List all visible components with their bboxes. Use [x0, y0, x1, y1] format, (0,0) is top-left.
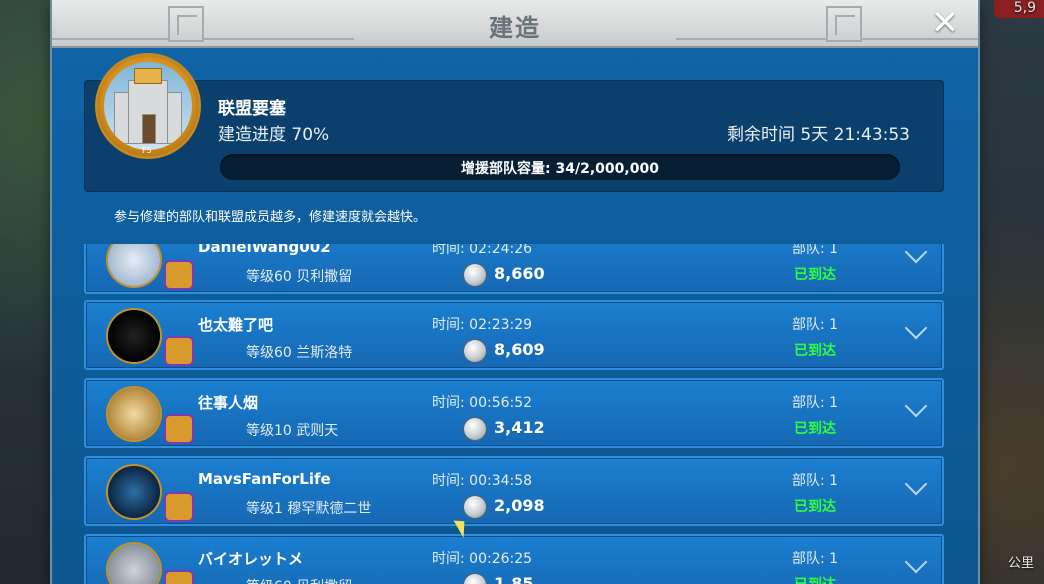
arrival-status: 已到达 [794, 267, 836, 283]
player-commander: 等级10 武则天 [246, 423, 339, 439]
distance-label: 公里 [1007, 556, 1034, 571]
silver-coin-icon [464, 574, 486, 584]
march-time: 时间: 02:23:29 [432, 317, 533, 333]
player-commander: 等级60 贝利撒留 [246, 269, 353, 285]
chevron-down-icon[interactable] [904, 244, 928, 264]
player-commander: 等级1 穆罕默德二世 [246, 501, 372, 517]
hero-icon [164, 570, 194, 584]
arrival-status: 已到达 [794, 343, 836, 359]
march-time: 时间: 00:26:25 [432, 551, 533, 567]
list-item[interactable]: バイオレットメ 等级60 贝利撒留 时间: 00:26:25 1,85 部队: … [84, 534, 944, 584]
chevron-down-icon[interactable] [904, 472, 928, 496]
player-name: MavsFanForLife [198, 470, 331, 488]
troop-count: 部队: 1 [792, 395, 839, 411]
close-icon[interactable]: ✕ [928, 6, 962, 40]
player-name: DanielWang002 [198, 244, 331, 256]
avatar [108, 466, 160, 518]
title-bar: 建造 ✕ [52, 0, 978, 48]
troop-count: 部队: 1 [792, 244, 839, 257]
player-commander: 等级60 兰斯洛特 [246, 345, 353, 361]
chevron-down-icon[interactable] [904, 394, 928, 418]
contribution-value: 1,85 [494, 574, 534, 584]
silver-coin-icon [464, 340, 486, 362]
arrival-status: 已到达 [794, 421, 836, 437]
remaining-time: 剩余时间 5天 21:43:53 [727, 125, 910, 145]
avatar [108, 310, 160, 362]
player-name: バイオレットメ [198, 550, 304, 568]
resource-readout: 5,9 [1013, 0, 1036, 16]
avatar [108, 388, 160, 440]
capacity-bar: 增援部队容量: 34/2,000,000 [220, 154, 900, 180]
arrival-status: 已到达 [794, 499, 836, 515]
silver-coin-icon [464, 418, 486, 440]
contribution-value: 8,609 [494, 340, 545, 359]
player-name: 也太難了吧 [198, 316, 274, 334]
capacity-text: 增援部队容量: 34/2,000,000 [461, 161, 659, 177]
fortress-image [104, 62, 192, 150]
fortress-icon: F5 [98, 56, 198, 156]
troop-count: 部队: 1 [792, 473, 839, 489]
avatar [108, 544, 160, 584]
build-window: 建造 ✕ 联盟要塞 建造进度 70% 剩余时间 5天 21:43:53 增援部队… [52, 0, 978, 584]
build-hint: 参与修建的部队和联盟成员越多，修建速度就会越快。 [114, 210, 427, 225]
march-time: 时间: 00:34:58 [432, 473, 533, 489]
contribution-value: 8,660 [494, 264, 545, 283]
march-time: 时间: 02:24:26 [432, 244, 533, 257]
march-time: 时间: 00:56:52 [432, 395, 533, 411]
list-item[interactable]: MavsFanForLife 等级1 穆罕默德二世 时间: 00:34:58 2… [84, 456, 944, 526]
contribution-value: 2,098 [494, 496, 545, 515]
hero-icon [164, 336, 194, 366]
avatar [108, 244, 160, 286]
troop-count: 部队: 1 [792, 551, 839, 567]
hero-icon [164, 260, 194, 290]
list-item[interactable]: 也太難了吧 等级60 兰斯洛特 时间: 02:23:29 8,609 部队: 1… [84, 300, 944, 370]
fortress-level-tag: F5 [142, 146, 152, 155]
list-item[interactable]: DanielWang002 等级60 贝利撒留 时间: 02:24:26 8,6… [84, 244, 944, 294]
content-area: 联盟要塞 建造进度 70% 剩余时间 5天 21:43:53 增援部队容量: 3… [52, 48, 978, 584]
player-commander: 等级60 贝利撒留 [246, 576, 352, 584]
hero-icon [164, 414, 194, 444]
silver-coin-icon [464, 496, 486, 518]
arrival-status: 已到达 [794, 574, 836, 584]
list-item[interactable]: 往事人烟 等级10 武则天 时间: 00:56:52 3,412 部队: 1 已… [84, 378, 944, 448]
fort-header-panel: 联盟要塞 建造进度 70% 剩余时间 5天 21:43:53 增援部队容量: 3… [84, 80, 944, 192]
contributor-list: DanielWang002 等级60 贝利撒留 时间: 02:24:26 8,6… [52, 244, 978, 584]
fort-name: 联盟要塞 [218, 99, 286, 119]
contribution-value: 3,412 [494, 418, 545, 437]
player-name: 往事人烟 [198, 394, 259, 412]
chevron-down-icon[interactable] [904, 316, 928, 340]
silver-coin-icon [464, 264, 486, 286]
window-title: 建造 [489, 14, 541, 42]
chevron-down-icon[interactable] [904, 550, 928, 574]
hero-icon [164, 492, 194, 522]
troop-count: 部队: 1 [792, 317, 839, 333]
build-progress: 建造进度 70% [218, 125, 330, 145]
